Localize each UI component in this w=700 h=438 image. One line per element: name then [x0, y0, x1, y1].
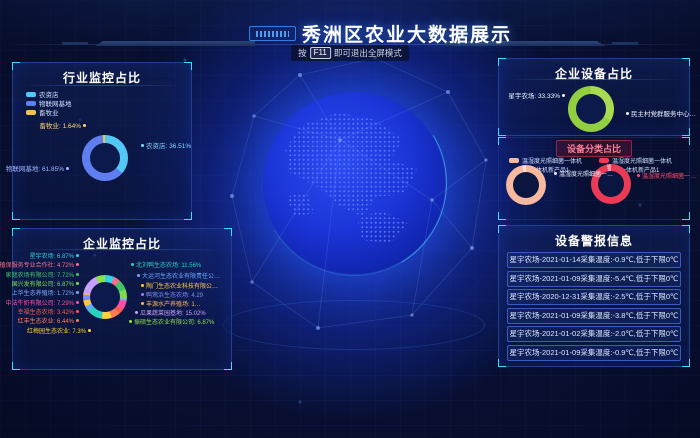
legend-swatch — [26, 92, 36, 97]
pie-label: 瓜果蔬菜园基地: 15.02% — [135, 311, 206, 318]
device-class-left-donut[interactable] — [506, 165, 546, 205]
legend-label: 温湿度光照细菌一体机 — [522, 156, 582, 165]
pie-label: 中法牛奶有限公司: 7.29% — [6, 301, 79, 308]
alert-row: 星宇农场-2021-01-09采集温度:-5.4℃,低于下限0℃ — [507, 271, 681, 287]
pie-label: 家庭农场有限公司: 7.72% — [6, 273, 79, 280]
page-title: 秀洲区农业大数据展示 — [302, 20, 512, 47]
alert-row: 星宇农场-2021-01-09采集温度:-3.8℃,低于下限0℃ — [507, 308, 681, 324]
panel-title: 行业监控占比 — [13, 69, 191, 86]
brand-logo-icon — [249, 26, 296, 41]
pie-label: 丰源水产养殖场: 1… — [141, 302, 201, 309]
globe-continent-dots — [270, 99, 437, 266]
hint-prefix: 按 — [298, 47, 307, 59]
alert-row: 星宇农场-2021-01-14采集温度:-0.9℃,低于下限0℃ — [507, 252, 681, 268]
panel-separator — [509, 79, 679, 80]
enterprise-donut-chart[interactable] — [83, 275, 127, 319]
legend-item[interactable]: 温湿度光照细菌一体机 — [509, 156, 582, 165]
header-deco-left — [95, 41, 255, 46]
f11-keycap: F11 — [310, 47, 331, 59]
legend-label: 温湿度光照细菌一体机 — [612, 156, 672, 165]
globe-continent-dots — [270, 99, 437, 266]
pie-label: 物联网基地: 61.85% — [6, 166, 69, 173]
alert-row: 星宇农场-2021-01-09采集温度:-0.9℃,低于下限0℃ — [507, 345, 681, 361]
pie-callout: 温湿度光照细菌一… — [637, 174, 696, 181]
pie-label: 畜牧业: 1.64% — [39, 123, 86, 130]
pie-label: 植保服务专业合作社: 4.72% — [0, 263, 79, 270]
pie-callout: 温湿度光照细菌一… — [554, 172, 613, 179]
device-class-right-donut[interactable] — [591, 164, 631, 204]
pie-label: 上华生态养殖场: 1.72% — [12, 291, 79, 298]
pie-label: 农资店: 36.51% — [141, 143, 191, 150]
pie-label: 国兴发有限公司: 6.87% — [12, 282, 79, 289]
globe — [263, 92, 445, 274]
pie-label: 红梅园生态农业: 7.3% — [27, 329, 91, 336]
panel-title: 设备分类占比 — [556, 140, 632, 157]
legend-swatch — [509, 158, 519, 163]
pie-label: 北刘鸭生态农场: 11.56% — [131, 263, 201, 270]
legend-label: 畜牧业 — [39, 107, 59, 117]
pie-label: 陶门生态农业科技有限公… — [141, 284, 218, 291]
pie-label: 幸福生态农场: 3.42% — [18, 310, 79, 317]
industry-donut-chart[interactable] — [82, 135, 128, 181]
fullscreen-hint-toast: 按 F11 即可退出全屏模式 — [291, 45, 409, 61]
alert-row: 星宇农场-2020-12-31采集温度:-2.5℃,低于下限0℃ — [507, 289, 681, 305]
pie-label: 星宇农场: 6.87% — [30, 254, 79, 261]
panel-enterprise-monitor: 企业监控占比 星宇农场: 6.87% 植保服务专业合作社: 4.72% 家庭农场… — [12, 228, 232, 370]
panel-separator — [23, 249, 221, 250]
globe-continent-dots — [270, 99, 437, 266]
pie-label: 大运河生态农业有限责任公… — [137, 274, 220, 281]
pie-label: 鸭莺浜生态农场: 4.29 — [141, 293, 203, 300]
pie-label: 红丰生态农业: 6.44% — [18, 319, 79, 326]
panel-device-alerts: 设备警报信息 星宇农场-2021-01-14采集温度:-0.9℃,低于下限0℃ … — [498, 225, 690, 367]
legend-swatch — [599, 158, 609, 163]
device-donut-chart[interactable] — [568, 86, 614, 132]
legend-item[interactable]: 畜牧业 — [26, 107, 59, 117]
globe-floor-ring — [223, 300, 485, 350]
header-dash-left — [62, 42, 88, 45]
panel-separator — [23, 85, 181, 86]
alert-row: 星宇农场-2021-01-02采集温度:-2.0℃,低于下限0℃ — [507, 326, 681, 342]
panel-industry-monitor: 行业监控占比 农资店 物联网基地 畜牧业 畜牧业: 1.64% 农资店: 36.… — [12, 62, 192, 220]
legend-swatch — [26, 101, 36, 106]
panel-title: 设备警报信息 — [499, 232, 689, 249]
legend-swatch — [26, 110, 36, 115]
panel-device-classification: 设备分类占比 温湿度光照细菌一体机 一体机新产品1 温湿度光照细菌一体机 一体机… — [498, 137, 690, 220]
header-dash-right — [612, 42, 638, 45]
pie-label: 星宇农场: 33.33% — [508, 93, 565, 100]
pie-label: 民主村党群服务中心… — [626, 111, 696, 118]
hint-suffix: 即可退出全屏模式 — [334, 47, 402, 59]
pie-label: 振硕生态农业有限公司: 6.87% — [129, 320, 214, 327]
panel-enterprise-device: 企业设备占比 星宇农场: 33.33% 民主村党群服务中心… — [498, 58, 690, 136]
